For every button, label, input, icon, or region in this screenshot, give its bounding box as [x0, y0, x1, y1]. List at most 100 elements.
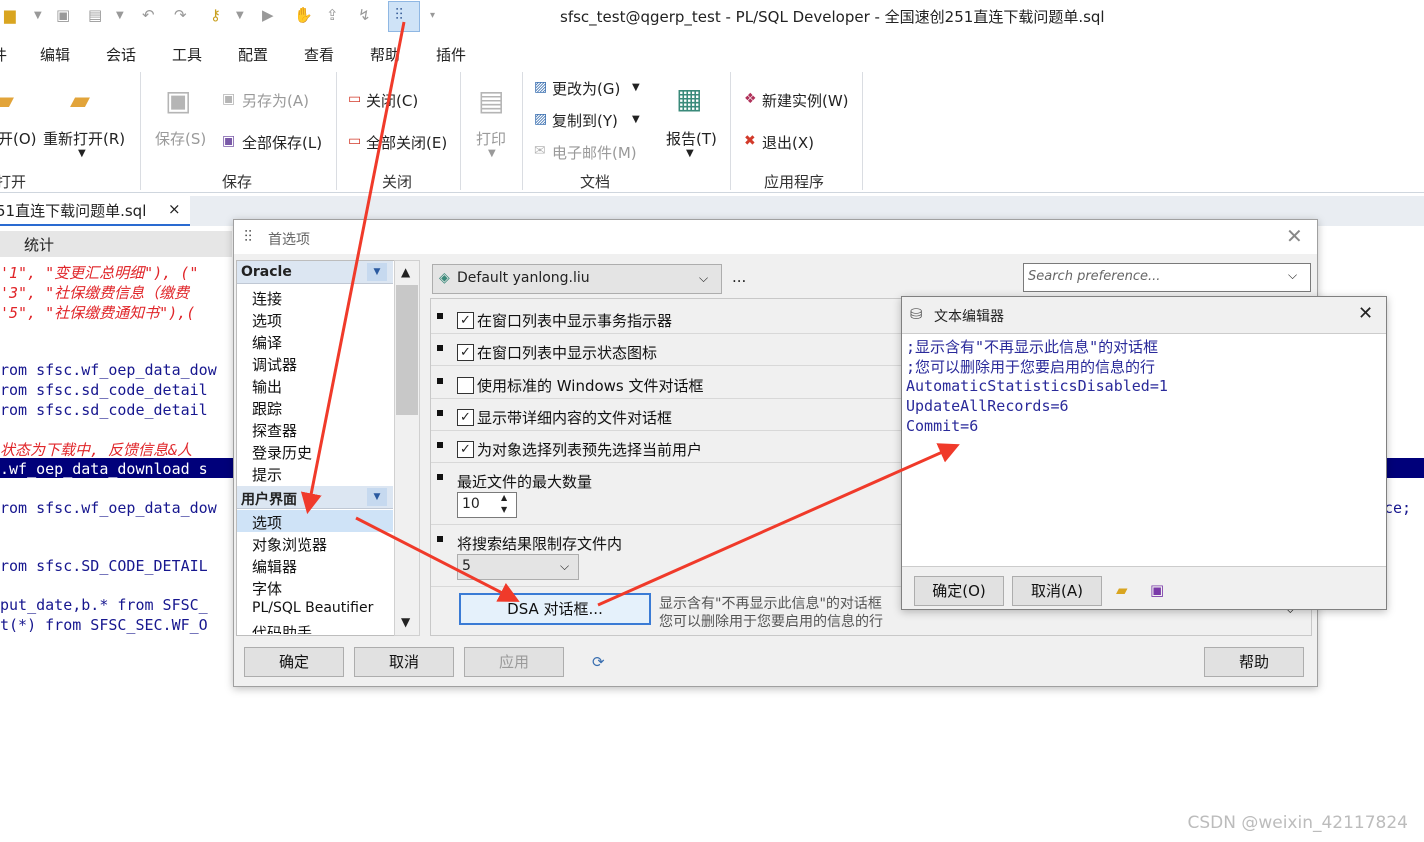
- dropdown-icon[interactable]: ▼: [34, 10, 42, 21]
- tree-item-ui-beautifier[interactable]: PL/SQL Beautifier: [252, 600, 373, 616]
- print-button[interactable]: 打印: [476, 128, 506, 149]
- close-tab-icon[interactable]: ×: [168, 200, 181, 218]
- break-icon[interactable]: ✋: [294, 6, 313, 24]
- ok-button[interactable]: 确定: [244, 647, 344, 677]
- tree-item-oracle-compile[interactable]: 编译: [252, 332, 282, 353]
- document-tab-label: 51直连下载问题单.sql: [0, 202, 147, 220]
- report-button[interactable]: 报告(T): [666, 128, 717, 149]
- dsa-dialog-button[interactable]: DSA 对话框...: [459, 593, 651, 625]
- tree-item-oracle-options[interactable]: 选项: [252, 310, 282, 331]
- profile-more-button[interactable]: ...: [732, 268, 746, 286]
- close-icon[interactable]: ✕: [1358, 303, 1373, 324]
- collapse-icon[interactable]: ▼: [367, 488, 387, 506]
- close-all-button[interactable]: 全部关闭(E): [366, 132, 447, 153]
- stats-tab[interactable]: 统计: [24, 234, 54, 255]
- save-button[interactable]: 保存(S): [155, 128, 206, 149]
- tree-header-oracle[interactable]: Oracle ▼: [237, 261, 393, 284]
- close-icon[interactable]: ✕: [1286, 224, 1303, 248]
- dropdown-icon[interactable]: ▼: [488, 148, 496, 159]
- menu-plugins[interactable]: 插件: [436, 44, 466, 65]
- dropdown-icon[interactable]: ▼: [632, 82, 640, 93]
- open-button[interactable]: 开(O): [0, 128, 37, 149]
- option-label: 在窗口列表中显示状态图标: [477, 344, 658, 362]
- close-button[interactable]: 关闭(C): [366, 90, 418, 111]
- help-button[interactable]: 帮助: [1204, 647, 1304, 677]
- key-icon[interactable]: ⚷: [210, 6, 221, 24]
- max-recent-spinner[interactable]: 10 ▲ ▼: [457, 492, 517, 518]
- spin-down-icon[interactable]: ▼: [501, 505, 507, 514]
- menu-tools[interactable]: 工具: [172, 44, 202, 65]
- tree-item-ui-fonts[interactable]: 字体: [252, 578, 282, 599]
- change-to-button[interactable]: 更改为(G): [552, 78, 620, 99]
- profile-select[interactable]: ◈ Default yanlong.liu ⌵: [432, 264, 722, 294]
- menu-edit[interactable]: 编辑: [40, 44, 70, 65]
- new-instance-button[interactable]: 新建实例(W): [762, 90, 849, 111]
- email-button[interactable]: 电子邮件(M): [552, 142, 637, 163]
- dropdown-icon[interactable]: ▼: [686, 148, 694, 159]
- tree-item-oracle-output[interactable]: 输出: [252, 376, 282, 397]
- scroll-down-icon[interactable]: ▼: [401, 615, 410, 629]
- tree-item-oracle-connection[interactable]: 连接: [252, 288, 282, 309]
- cancel-button[interactable]: 取消: [354, 647, 454, 677]
- code-line: t(*) from SFSC_SEC.WF_O: [0, 616, 208, 634]
- spin-up-icon[interactable]: ▲: [501, 493, 507, 502]
- tree-item-oracle-logon-history[interactable]: 登录历史: [252, 442, 312, 463]
- tree-item-ui-code-assistant[interactable]: 代码助手: [252, 622, 312, 634]
- dropdown-icon[interactable]: ▼: [116, 10, 124, 21]
- tree-item-oracle-debugger[interactable]: 调试器: [252, 354, 297, 375]
- scroll-thumb[interactable]: [396, 285, 418, 415]
- save-icon[interactable]: ▣: [1150, 581, 1164, 599]
- rollback-icon[interactable]: ↯: [358, 6, 371, 24]
- save-as-button[interactable]: 另存为(A): [242, 90, 309, 111]
- menu-session[interactable]: 会话: [106, 44, 136, 65]
- tree-item-ui-object-browser[interactable]: 对象浏览器: [252, 534, 327, 555]
- collapse-icon[interactable]: ▼: [367, 263, 387, 281]
- folder-icon[interactable]: ▆: [4, 6, 16, 24]
- checkbox[interactable]: ✓: [457, 344, 474, 361]
- customize-icon[interactable]: ▾: [430, 10, 435, 21]
- menu-config[interactable]: 配置: [238, 44, 268, 65]
- tree-item-oracle-hints[interactable]: 提示: [252, 464, 282, 485]
- checkbox[interactable]: [457, 377, 474, 394]
- dropdown-icon[interactable]: ▼: [632, 114, 640, 125]
- redo-icon[interactable]: ↷: [174, 6, 187, 24]
- print-icon[interactable]: ▤: [88, 6, 102, 24]
- text-editor-cancel-button[interactable]: 取消(A): [1012, 576, 1102, 606]
- scroll-up-icon[interactable]: ▲: [401, 265, 410, 279]
- open-folder-icon[interactable]: ▰: [1116, 581, 1128, 599]
- refresh-icon[interactable]: ⟳: [592, 653, 605, 671]
- tree-item-oracle-trace[interactable]: 跟踪: [252, 398, 282, 419]
- limit-search-select[interactable]: 5 ⌵: [457, 554, 579, 580]
- commit-icon[interactable]: ⇪: [326, 6, 339, 24]
- checkbox[interactable]: ✓: [457, 409, 474, 426]
- preferences-button[interactable]: ⫶⫶: [388, 1, 420, 32]
- tree-scrollbar[interactable]: ▲ ▼: [394, 260, 420, 636]
- tree-header-ui[interactable]: 用户界面 ▼: [237, 486, 393, 509]
- undo-icon[interactable]: ↶: [142, 6, 155, 24]
- menu-file[interactable]: 件: [0, 44, 7, 65]
- checkbox[interactable]: ✓: [457, 441, 474, 458]
- tree-item-ui-options[interactable]: 选项: [252, 512, 282, 533]
- menu-view[interactable]: 查看: [304, 44, 334, 65]
- apply-button[interactable]: 应用: [464, 647, 564, 677]
- execute-icon[interactable]: ▶: [262, 6, 274, 24]
- code-line: put_date,b.* from SFSC_: [0, 596, 208, 614]
- report-icon: ▦: [676, 82, 703, 115]
- exit-button[interactable]: 退出(X): [762, 132, 814, 153]
- dropdown-icon[interactable]: ▼: [236, 10, 244, 21]
- tree-item-oracle-profiler[interactable]: 探查器: [252, 420, 297, 441]
- save-icon[interactable]: ▣: [56, 6, 70, 24]
- checkbox[interactable]: ✓: [457, 312, 474, 329]
- reopen-button[interactable]: 重新打开(R): [43, 128, 125, 149]
- text-editor-ok-button[interactable]: 确定(O): [914, 576, 1004, 606]
- code-line: '3", "社保缴费信息（缴费: [0, 284, 190, 302]
- text-line: ;显示含有"不再显示此信息"的对话框: [906, 338, 1159, 356]
- document-tab[interactable]: 51直连下载问题单.sql ×: [0, 196, 190, 226]
- menu-help[interactable]: 帮助: [370, 44, 400, 65]
- save-all-button[interactable]: 全部保存(L): [242, 132, 322, 153]
- copy-to-button[interactable]: 复制到(Y): [552, 110, 618, 131]
- text-editor-area[interactable]: ;显示含有"不再显示此信息"的对话框 ;您可以删除用于您要启用的信息的行 Aut…: [902, 333, 1386, 567]
- dropdown-icon[interactable]: ▼: [78, 148, 86, 159]
- tree-item-ui-editor[interactable]: 编辑器: [252, 556, 297, 577]
- search-preference-input[interactable]: Search preference... ⌵: [1023, 263, 1311, 292]
